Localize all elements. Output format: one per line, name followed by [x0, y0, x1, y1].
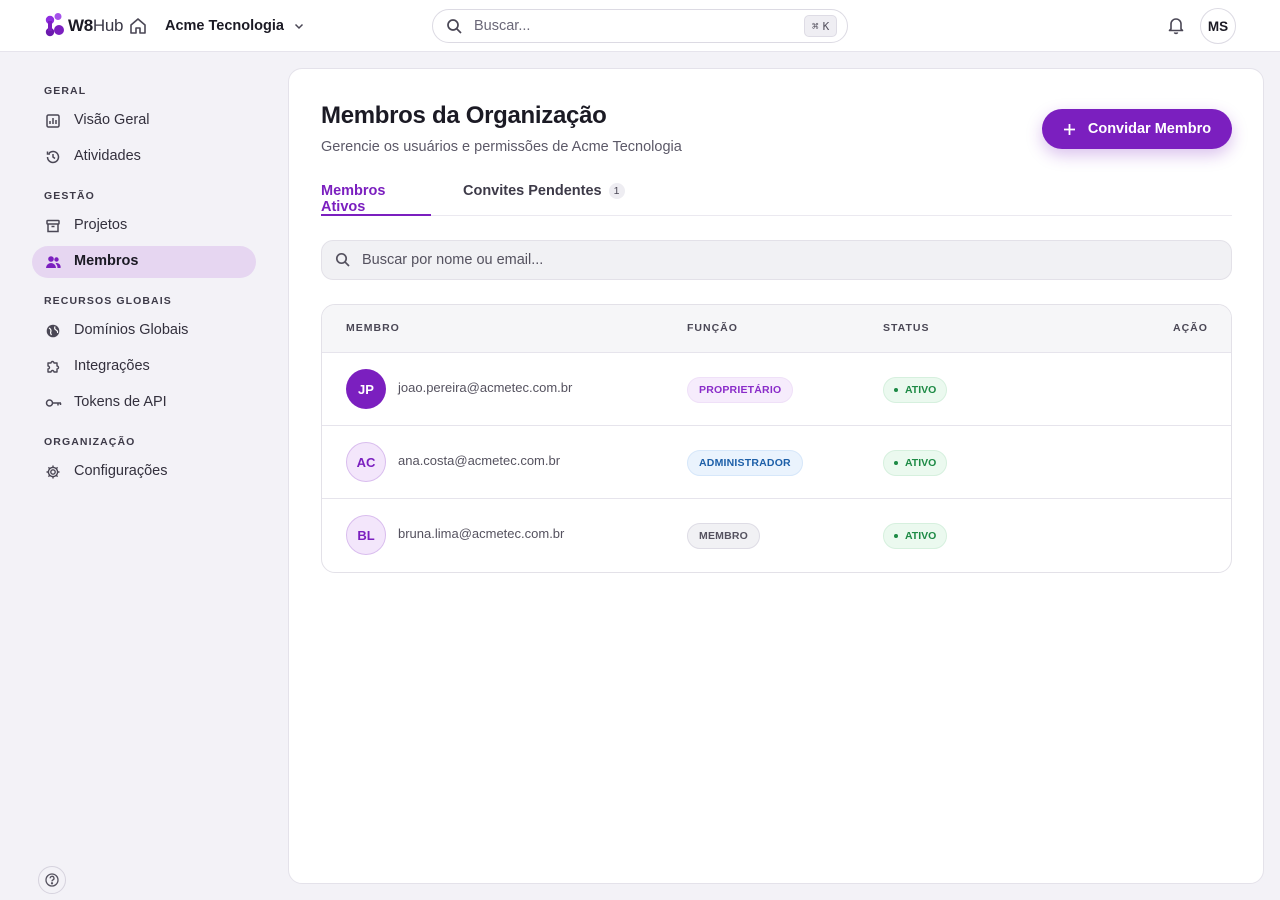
puzzle-icon — [45, 359, 61, 375]
tab-membros-ativos[interactable]: Membros Ativos — [321, 183, 431, 216]
role-badge: ADMINISTRADOR — [687, 450, 803, 476]
history-icon — [45, 149, 61, 165]
search-icon — [446, 18, 463, 38]
tab-convites-pendentes[interactable]: Convites Pendentes 1 — [463, 183, 625, 216]
sidebar-item-label: Domínios Globais — [74, 322, 189, 338]
search-placeholder: Buscar por nome ou email... — [362, 252, 544, 268]
sidebar-item-tokens-api[interactable]: Tokens de API — [32, 387, 256, 419]
page-title: Membros da Organização — [321, 102, 607, 129]
invite-member-button[interactable]: Convidar Membro — [1042, 109, 1232, 149]
help-icon — [45, 873, 59, 887]
status-dot — [894, 534, 898, 538]
home-button[interactable] — [128, 16, 148, 36]
table-row[interactable]: BL bruna.lima@acmetec.com.br MEMBRO ATIV… — [322, 499, 1231, 572]
members-table: MEMBRO FUNÇÃO STATUS AÇÃO JP joao.pereir… — [321, 304, 1232, 573]
column-header-funcao: FUNÇÃO — [687, 322, 738, 334]
sidebar-item-atividades[interactable]: Atividades — [32, 141, 256, 173]
bell-icon — [1168, 18, 1184, 35]
table-row[interactable]: JP joao.pereira@acmetec.com.br PROPRIETÁ… — [322, 353, 1231, 426]
home-icon — [130, 18, 146, 34]
search-placeholder: Buscar... — [474, 18, 531, 34]
sidebar-item-dominios-globais[interactable]: Domínios Globais — [32, 315, 256, 347]
users-icon — [45, 254, 61, 270]
status-dot — [894, 388, 898, 392]
member-email: joao.pereira@acmetec.com.br — [398, 380, 573, 395]
sidebar-section-title: GERAL — [44, 85, 87, 97]
page-subtitle: Gerencie os usuários e permissões de Acm… — [321, 139, 682, 155]
sidebar-item-label: Integrações — [74, 358, 150, 374]
main-panel: Membros da Organização Gerencie os usuár… — [288, 68, 1264, 884]
gear-icon — [45, 464, 61, 480]
shortcut-hint: ⌘ K — [804, 15, 838, 37]
archive-icon — [45, 218, 61, 234]
avatar: AC — [346, 442, 386, 482]
table-header: MEMBRO FUNÇÃO STATUS AÇÃO — [322, 305, 1231, 353]
pending-count-badge: 1 — [608, 183, 625, 199]
sidebar-item-configuracoes[interactable]: Configurações — [32, 456, 256, 488]
invite-member-label: Convidar Membro — [1087, 121, 1212, 137]
table-row[interactable]: AC ana.costa@acmetec.com.br ADMINISTRADO… — [322, 426, 1231, 499]
org-name: Acme Tecnologia — [165, 18, 284, 34]
tab-label: Convites Pendentes — [463, 183, 602, 199]
column-header-membro: MEMBRO — [346, 322, 400, 334]
column-header-status: STATUS — [883, 322, 930, 334]
avatar: JP — [346, 369, 386, 409]
sidebar-item-membros[interactable]: Membros — [32, 246, 256, 278]
key-icon — [45, 395, 62, 411]
search-icon — [335, 252, 351, 271]
sidebar-section-title: RECURSOS GLOBAIS — [44, 295, 172, 307]
user-avatar[interactable]: MS — [1200, 8, 1236, 44]
logo-text: W8Hub — [68, 16, 124, 35]
avatar: BL — [346, 515, 386, 555]
sidebar-section-title: ORGANIZAÇÃO — [44, 436, 136, 448]
role-badge: MEMBRO — [687, 523, 761, 549]
global-search-input[interactable]: Buscar... ⌘ K — [432, 9, 848, 43]
plus-icon — [1063, 123, 1076, 136]
sidebar-item-label: Membros — [74, 253, 139, 269]
member-search-input[interactable]: Buscar por nome ou email... — [321, 240, 1232, 280]
status-badge: ATIVO — [883, 523, 948, 549]
sidebar-item-label: Atividades — [74, 148, 141, 164]
org-switcher[interactable]: Acme Tecnologia — [165, 16, 305, 36]
status-badge: ATIVO — [883, 450, 948, 476]
member-email: ana.costa@acmetec.com.br — [398, 453, 561, 468]
top-bar: W8Hub Acme Tecnologia Buscar... ⌘ K MS — [0, 0, 1280, 52]
sidebar-item-label: Projetos — [74, 217, 128, 233]
sidebar-item-label: Configurações — [74, 463, 168, 479]
logo[interactable]: W8Hub — [44, 13, 124, 39]
sidebar-item-label: Visão Geral — [74, 112, 150, 128]
help-button[interactable] — [38, 866, 66, 894]
logo-icon — [45, 13, 64, 37]
tabs: Membros Ativos Convites Pendentes 1 — [321, 173, 1232, 216]
sidebar-item-visao-geral[interactable]: Visão Geral — [32, 105, 256, 137]
status-dot — [894, 461, 898, 465]
sidebar-section-title: GESTÃO — [44, 190, 95, 202]
globe-icon — [45, 323, 61, 339]
sidebar-item-projetos[interactable]: Projetos — [32, 210, 256, 242]
status-badge: ATIVO — [883, 377, 948, 403]
chart-icon — [45, 113, 61, 129]
sidebar-item-integracoes[interactable]: Integrações — [32, 351, 256, 383]
role-badge: PROPRIETÁRIO — [687, 377, 794, 403]
chevron-down-icon — [293, 20, 305, 32]
sidebar: GERAL Visão Geral Atividades GESTÃO Proj… — [0, 52, 288, 900]
column-header-acao: AÇÃO — [1173, 322, 1208, 334]
notifications-button[interactable] — [1166, 15, 1186, 35]
member-email: bruna.lima@acmetec.com.br — [398, 526, 565, 541]
sidebar-item-label: Tokens de API — [74, 394, 167, 410]
